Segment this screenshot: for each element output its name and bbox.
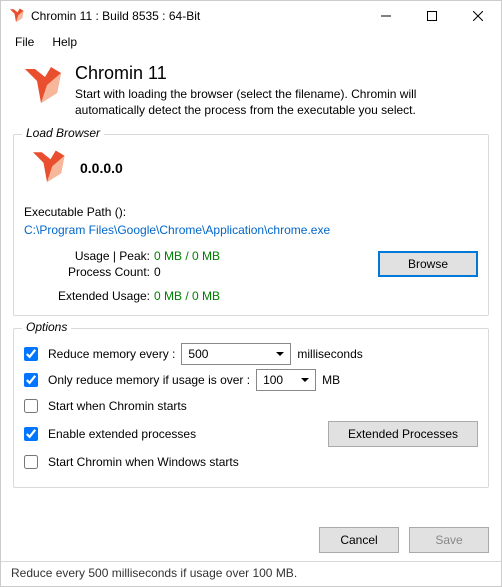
fox-icon — [26, 147, 68, 189]
app-title: Chromin 11 — [75, 63, 485, 84]
options-group: Options Reduce memory every : 500 millis… — [13, 328, 489, 488]
load-browser-group: Load Browser 0.0.0.0 Executable Path ():… — [13, 134, 489, 316]
menu-help[interactable]: Help — [44, 33, 85, 51]
reduce-interval-combo[interactable]: 500 — [181, 343, 291, 365]
status-bar: Reduce every 500 milliseconds if usage o… — [1, 561, 501, 586]
reduce-memory-checkbox[interactable] — [24, 347, 38, 361]
close-button[interactable] — [455, 1, 501, 31]
header: Chromin 11 Start with loading the browse… — [13, 59, 489, 126]
process-count-label: Process Count: — [24, 265, 154, 279]
process-count-value: 0 — [154, 265, 161, 279]
extended-usage-label: Extended Usage: — [24, 289, 154, 303]
usage-peak-label: Usage | Peak: — [24, 249, 154, 263]
start-with-windows-label: Start Chromin when Windows starts — [48, 455, 239, 469]
fox-icon — [17, 63, 65, 111]
browse-button[interactable]: Browse — [378, 251, 478, 277]
extended-processes-button[interactable]: Extended Processes — [328, 421, 478, 447]
stats-row: Usage | Peak: 0 MB / 0 MB Process Count:… — [24, 247, 478, 305]
load-row: 0.0.0.0 — [24, 145, 478, 199]
header-text: Chromin 11 Start with loading the browse… — [75, 63, 485, 118]
only-if-value: 100 — [263, 373, 283, 387]
enable-extended-label: Enable extended processes — [48, 427, 196, 441]
browser-version: 0.0.0.0 — [80, 160, 123, 176]
only-if-unit-label: MB — [322, 373, 340, 387]
maximize-button[interactable] — [409, 1, 455, 31]
window-controls — [363, 1, 501, 31]
start-with-windows-checkbox[interactable] — [24, 455, 38, 469]
app-description: Start with loading the browser (select t… — [75, 86, 485, 118]
load-browser-title: Load Browser — [22, 126, 104, 140]
executable-path-label: Executable Path (): — [24, 205, 478, 219]
reduce-interval-value: 500 — [188, 347, 208, 361]
minimize-button[interactable] — [363, 1, 409, 31]
reduce-unit-label: milliseconds — [297, 347, 362, 361]
option-enable-extended: Enable extended processes Extended Proce… — [24, 421, 478, 447]
title-bar: Chromin 11 : Build 8535 : 64-Bit — [1, 1, 501, 31]
status-text: Reduce every 500 milliseconds if usage o… — [11, 566, 297, 580]
only-if-combo[interactable]: 100 — [256, 369, 316, 391]
content-area: Chromin 11 Start with loading the browse… — [1, 55, 501, 515]
app-icon — [7, 7, 25, 25]
reduce-memory-label: Reduce memory every : — [48, 347, 175, 361]
save-button[interactable]: Save — [409, 527, 489, 553]
option-start-with-windows: Start Chromin when Windows starts — [24, 451, 478, 473]
option-start-when-chromin: Start when Chromin starts — [24, 395, 478, 417]
window-title: Chromin 11 : Build 8535 : 64-Bit — [31, 9, 363, 23]
cancel-button[interactable]: Cancel — [319, 527, 399, 553]
options-title: Options — [22, 320, 71, 334]
option-reduce-memory: Reduce memory every : 500 milliseconds — [24, 343, 478, 365]
menu-file[interactable]: File — [7, 33, 42, 51]
extended-usage-value: 0 MB / 0 MB — [154, 289, 220, 303]
start-when-chromin-checkbox[interactable] — [24, 399, 38, 413]
stats-column: Usage | Peak: 0 MB / 0 MB Process Count:… — [24, 247, 366, 305]
start-when-chromin-label: Start when Chromin starts — [48, 399, 187, 413]
only-if-label: Only reduce memory if usage is over : — [48, 373, 250, 387]
dialog-buttons: Cancel Save — [1, 515, 501, 561]
option-only-if-usage: Only reduce memory if usage is over : 10… — [24, 369, 478, 391]
enable-extended-checkbox[interactable] — [24, 427, 38, 441]
only-if-checkbox[interactable] — [24, 373, 38, 387]
usage-peak-value: 0 MB / 0 MB — [154, 249, 220, 263]
menu-bar: File Help — [1, 31, 501, 55]
executable-path-value: C:\Program Files\Google\Chrome\Applicati… — [24, 223, 478, 237]
